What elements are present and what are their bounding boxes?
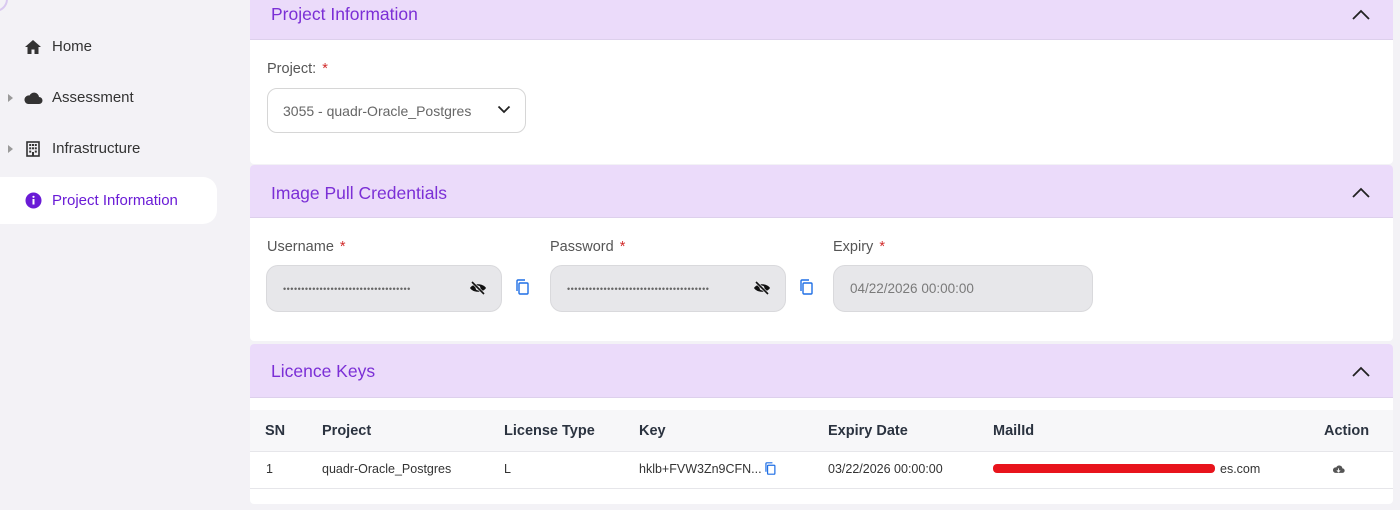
column-header-expiry-date: Expiry Date	[828, 423, 908, 439]
expiry-value: 04/22/2026 00:00:00	[850, 281, 974, 296]
caret-right-icon[interactable]	[8, 93, 13, 102]
cell-key: hklb+FVW3Zn9CFN...	[639, 462, 762, 476]
column-header-sn: SN	[265, 423, 286, 439]
password-value: •••••••••••••••••••••••••••••••••••••••	[567, 283, 710, 294]
sidebar-item-assessment[interactable]: Assessment	[0, 74, 217, 121]
cell-sn: 1	[266, 462, 273, 476]
section-title: Image Pull Credentials	[271, 183, 448, 203]
sidebar-item-label: Home	[52, 38, 93, 55]
required-marker: *	[322, 61, 328, 77]
column-header-project: Project	[322, 423, 372, 439]
username-field[interactable]: •••••••••••••••••••••••••••••••••••	[266, 265, 502, 312]
info-icon	[23, 191, 43, 211]
project-information-card: Project Information Project: * 3055 - qu…	[250, 0, 1393, 164]
password-field[interactable]: •••••••••••••••••••••••••••••••••••••••	[550, 265, 786, 312]
project-information-header[interactable]: Project Information	[250, 0, 1393, 40]
chevron-up-icon[interactable]	[1351, 8, 1371, 20]
copy-key-icon[interactable]	[764, 462, 776, 475]
table-header: SN Project License Type Key Expiry Date …	[250, 410, 1393, 452]
chevron-up-icon[interactable]	[1351, 186, 1371, 198]
sidebar-item-label: Infrastructure	[52, 140, 141, 157]
licence-keys-header[interactable]: Licence Keys	[250, 344, 1393, 398]
copy-username-icon[interactable]	[515, 279, 529, 295]
project-select-value: 3055 - quadr-Oracle_Postgres	[283, 102, 472, 119]
licence-keys-card: Licence Keys SN Project License Type Key…	[250, 344, 1393, 504]
table-row: 1 quadr-Oracle_Postgres L hklb+FVW3Zn9CF…	[250, 452, 1393, 489]
cloud-download-icon[interactable]	[1332, 464, 1345, 474]
required-marker: *	[339, 239, 346, 255]
cell-mailid: es.com	[1220, 462, 1261, 476]
password-label: Password *	[550, 239, 626, 255]
expiry-field: 04/22/2026 00:00:00	[833, 265, 1093, 312]
column-header-license-type: License Type	[504, 423, 595, 439]
sidebar-decoration	[0, 0, 8, 12]
building-icon	[23, 139, 43, 159]
chevron-down-icon	[497, 105, 511, 114]
chevron-up-icon[interactable]	[1351, 365, 1371, 377]
cloud-icon	[23, 88, 43, 108]
sidebar-item-label: Assessment	[52, 89, 134, 106]
section-title: Project Information	[271, 4, 418, 24]
caret-right-icon[interactable]	[8, 144, 13, 153]
home-icon	[23, 37, 43, 57]
sidebar: Home Assessment Infrastructure Project I…	[0, 0, 233, 510]
username-label: Username *	[267, 239, 346, 255]
sidebar-item-home[interactable]: Home	[0, 23, 217, 70]
project-select[interactable]: 3055 - quadr-Oracle_Postgres	[267, 88, 526, 133]
column-header-mailid: MailId	[993, 423, 1035, 439]
column-header-key: Key	[639, 423, 666, 439]
column-header-action: Action	[1324, 423, 1370, 439]
project-label: Project: *	[267, 61, 328, 77]
sidebar-item-label: Project Information	[52, 192, 178, 209]
eye-slash-icon[interactable]	[469, 280, 487, 296]
sidebar-item-infrastructure[interactable]: Infrastructure	[0, 125, 217, 172]
required-marker: *	[619, 239, 626, 255]
cell-expiry-date: 03/22/2026 00:00:00	[828, 462, 943, 476]
required-marker: *	[879, 239, 885, 255]
expiry-label: Expiry *	[833, 239, 885, 255]
redacted-email-mark	[993, 464, 1215, 473]
image-pull-credentials-header[interactable]: Image Pull Credentials	[250, 165, 1393, 218]
eye-slash-icon[interactable]	[753, 280, 771, 296]
image-pull-credentials-card: Image Pull Credentials Username * ••••••…	[250, 165, 1393, 341]
sidebar-item-project-information[interactable]: Project Information	[0, 177, 217, 224]
cell-project: quadr-Oracle_Postgres	[322, 462, 452, 476]
copy-password-icon[interactable]	[799, 279, 813, 295]
cell-license-type: L	[504, 462, 511, 476]
username-value: •••••••••••••••••••••••••••••••••••	[283, 283, 411, 294]
section-title: Licence Keys	[271, 361, 376, 381]
